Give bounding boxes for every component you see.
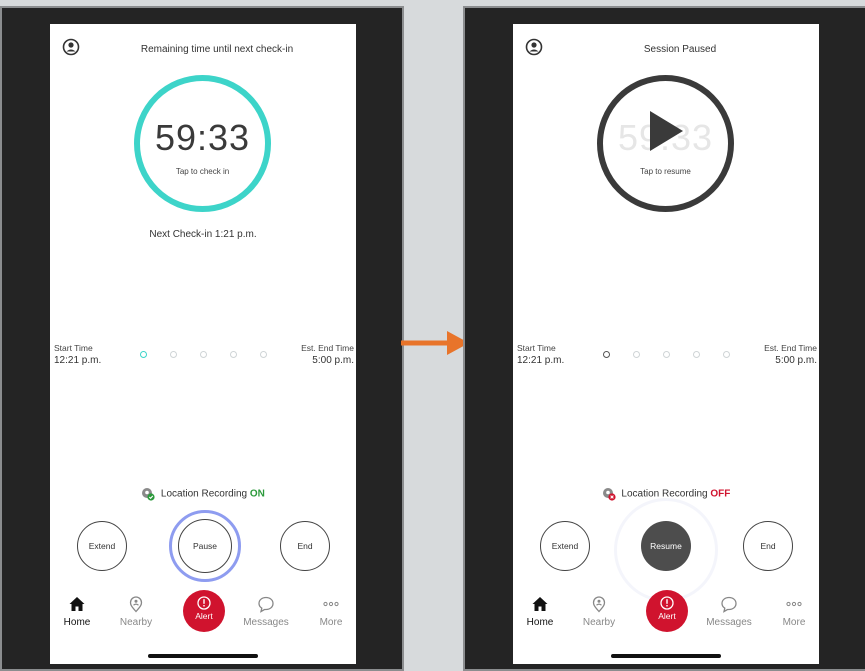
alert-label: Alert — [195, 611, 213, 621]
tab-messages-label: Messages — [243, 617, 289, 628]
avatar-icon[interactable] — [525, 38, 543, 56]
end-button[interactable]: End — [280, 521, 330, 571]
progress-dot — [170, 351, 177, 358]
location-state: ON — [249, 488, 265, 500]
home-indicator[interactable] — [148, 654, 258, 658]
progress-dot — [260, 351, 267, 358]
tab-home[interactable]: Home — [50, 595, 107, 628]
tab-nearby-label: Nearby — [582, 617, 616, 628]
next-checkin-text: Next Check-in 1:21 p.m. — [149, 229, 257, 240]
resume-button[interactable]: Resume — [641, 521, 691, 571]
extend-button[interactable]: Extend — [77, 521, 127, 571]
header-title: Remaining time until next check-in — [140, 44, 294, 55]
nearby-pin-icon — [129, 596, 143, 613]
tab-home-label: Home — [63, 617, 91, 628]
start-time-value: 12:21 p.m. — [54, 355, 102, 366]
progress-dot — [693, 351, 700, 358]
tab-nearby-label: Nearby — [119, 617, 153, 628]
extend-button[interactable]: Extend — [540, 521, 590, 571]
end-time-value: 5:00 p.m. — [312, 355, 354, 366]
tab-home[interactable]: Home — [513, 595, 570, 628]
tab-messages-label: Messages — [706, 617, 752, 628]
tab-home-label: Home — [526, 617, 554, 628]
tab-bar: Home Nearby Alert Messages More — [50, 589, 356, 649]
tab-more-label: More — [319, 617, 343, 628]
phone-frame-paused: Session Paused 59:33 Tap to resume Start… — [463, 6, 865, 671]
play-icon — [650, 111, 683, 151]
start-time-label: Start Time — [54, 343, 93, 353]
location-pin-icon — [142, 488, 155, 501]
progress-dot — [633, 351, 640, 358]
more-dots-icon — [786, 601, 802, 607]
end-button[interactable]: End — [743, 521, 793, 571]
chat-bubble-icon — [721, 596, 737, 613]
progress-dot — [230, 351, 237, 358]
pause-button[interactable]: Pause — [178, 519, 232, 573]
tab-more-label: More — [782, 617, 806, 628]
progress-dots — [140, 351, 270, 361]
location-state: OFF — [710, 488, 731, 500]
alert-button[interactable]: Alert — [183, 590, 225, 632]
end-time-label: Est. End Time — [764, 343, 817, 353]
chat-bubble-icon — [258, 596, 274, 613]
progress-dot — [723, 351, 730, 358]
location-recording-status: Location Recording ON — [50, 487, 356, 501]
location-pin-icon — [602, 488, 616, 501]
alert-icon — [660, 596, 674, 610]
tab-nearby[interactable]: Nearby — [106, 595, 166, 628]
tab-bar: Home Nearby Alert Messages More — [513, 589, 819, 649]
more-dots-icon — [323, 601, 339, 607]
start-time-value: 12:21 p.m. — [517, 355, 565, 366]
tab-messages[interactable]: Messages — [699, 595, 759, 628]
progress-dot — [603, 351, 610, 358]
start-time-label: Start Time — [517, 343, 556, 353]
alert-label: Alert — [658, 611, 676, 621]
progress-dots — [603, 351, 733, 361]
home-icon — [532, 597, 548, 611]
check-in-timer-button[interactable]: 59:33 Tap to check in — [134, 75, 271, 212]
home-icon — [69, 597, 85, 611]
tab-more[interactable]: More — [764, 595, 819, 628]
screen-active-session: Remaining time until next check-in 59:33… — [50, 24, 356, 664]
arrow-right-icon — [401, 331, 469, 355]
timer-hint: Tap to resume — [640, 167, 691, 176]
timer-countdown: 59:33 — [154, 117, 251, 158]
alert-button[interactable]: Alert — [646, 590, 688, 632]
nearby-pin-icon — [592, 596, 606, 613]
tab-more[interactable]: More — [301, 595, 356, 628]
progress-dot — [200, 351, 207, 358]
progress-dot — [140, 351, 147, 358]
screen-paused-session: Session Paused 59:33 Tap to resume Start… — [513, 24, 819, 664]
location-label: Location Recording — [160, 488, 248, 500]
home-indicator[interactable] — [611, 654, 721, 658]
tab-messages[interactable]: Messages — [236, 595, 296, 628]
resume-timer-button[interactable]: 59:33 Tap to resume — [597, 75, 734, 212]
avatar-icon[interactable] — [62, 38, 80, 56]
end-time-label: Est. End Time — [301, 343, 354, 353]
phone-frame-active: Remaining time until next check-in 59:33… — [0, 6, 404, 671]
timer-hint: Tap to check in — [175, 167, 230, 176]
end-time-value: 5:00 p.m. — [775, 355, 817, 366]
tab-nearby[interactable]: Nearby — [569, 595, 629, 628]
progress-dot — [663, 351, 670, 358]
header-title: Session Paused — [643, 44, 717, 55]
alert-icon — [197, 596, 211, 610]
